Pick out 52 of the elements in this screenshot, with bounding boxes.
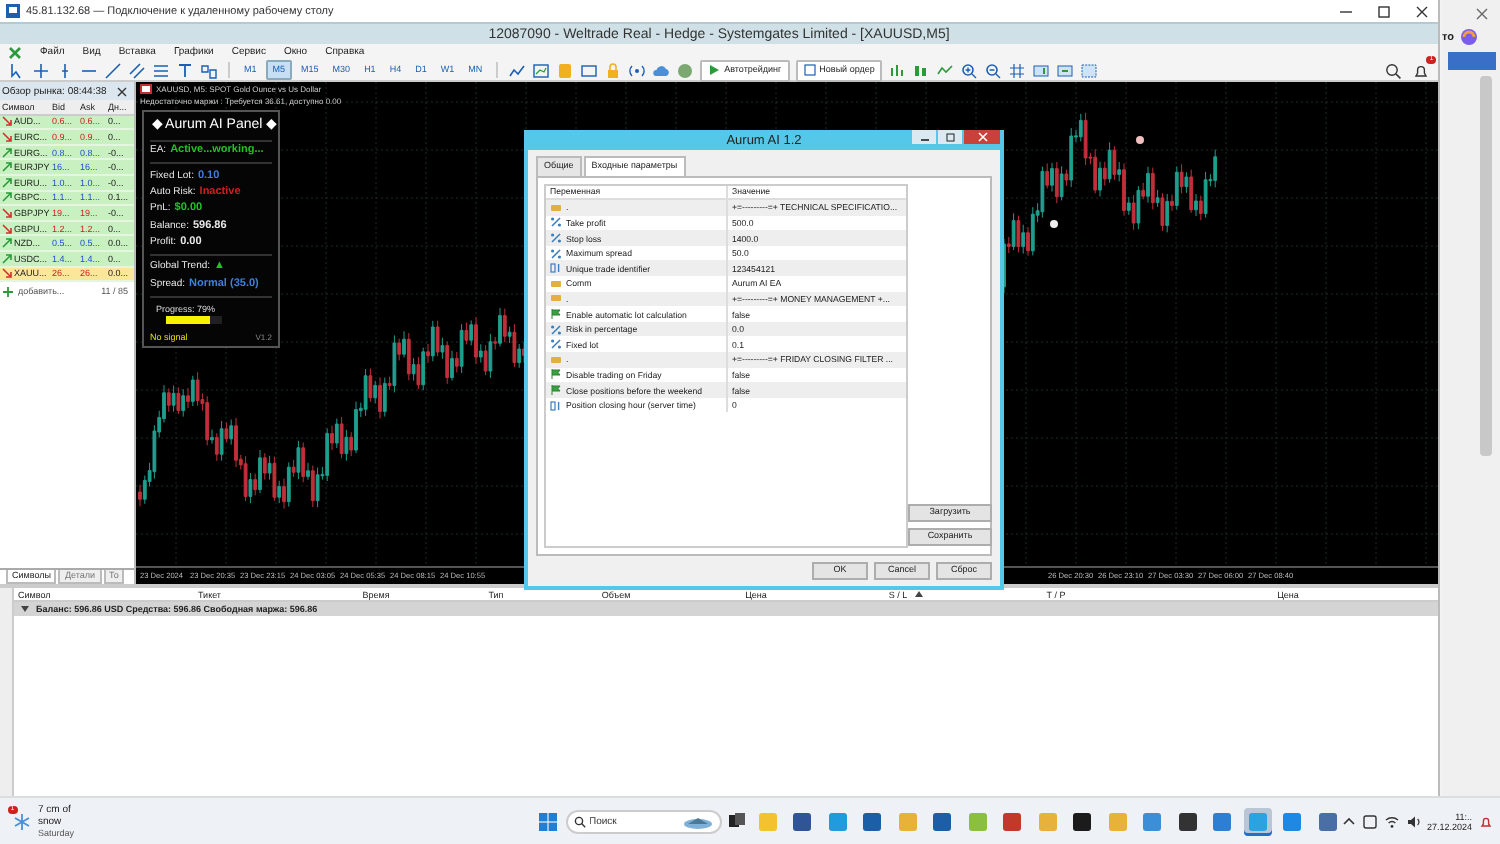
chevron-up-icon[interactable] [1341, 814, 1356, 828]
crosshair-icon[interactable] [32, 61, 50, 79]
task-view-icon[interactable] [728, 812, 747, 830]
progress-bar [166, 316, 222, 324]
auto-scroll-icon[interactable] [1056, 61, 1075, 79]
zoom-in-icon[interactable] [960, 61, 979, 79]
chart-shift-icon[interactable] [1032, 61, 1051, 79]
text-tool-icon[interactable] [176, 61, 194, 79]
wifi-icon[interactable] [1383, 813, 1400, 829]
close-button[interactable] [964, 130, 1000, 144]
maximize-icon[interactable] [1376, 3, 1392, 19]
bell-icon[interactable] [1412, 61, 1430, 79]
zoom-out-icon[interactable] [984, 61, 1003, 79]
signal-icon[interactable] [628, 61, 647, 79]
bars-icon[interactable] [888, 61, 907, 79]
candles-icon[interactable] [912, 61, 931, 79]
bell-icon[interactable] [1478, 813, 1495, 829]
close-icon[interactable] [1414, 3, 1430, 19]
app-icon [1459, 28, 1478, 46]
cloud-icon[interactable] [652, 61, 671, 79]
vertical-line-icon[interactable] [56, 61, 74, 79]
close-icon [977, 132, 987, 142]
app-icon[interactable] [1072, 811, 1093, 831]
restore-button[interactable] [938, 130, 962, 144]
trend-line-icon[interactable] [104, 61, 122, 79]
tab-strip [1447, 52, 1495, 70]
document-icon [803, 64, 816, 76]
app-icon[interactable] [792, 811, 813, 831]
minimize-button[interactable] [912, 130, 936, 144]
plus-icon[interactable] [2, 285, 14, 298]
sort-arrow-icon [913, 590, 924, 598]
app-logo-icon[interactable] [8, 45, 22, 59]
snowflake-icon [12, 811, 32, 831]
tray-app-icon[interactable] [1361, 813, 1378, 829]
app-icon[interactable] [1177, 811, 1198, 831]
search-icon[interactable] [1384, 61, 1402, 79]
editor-icon[interactable] [580, 61, 599, 79]
speaker-icon[interactable] [1405, 813, 1422, 829]
levels-icon[interactable] [152, 61, 170, 79]
template-icon[interactable] [532, 61, 551, 79]
screenshot-icon[interactable] [1080, 61, 1099, 79]
close-icon[interactable] [116, 85, 128, 97]
cursor-icon[interactable] [8, 61, 26, 79]
search-icon [573, 815, 586, 827]
play-icon [708, 64, 721, 76]
line-chart-icon[interactable] [508, 61, 527, 79]
line-chart-icon[interactable] [936, 61, 955, 79]
shapes-icon[interactable] [200, 61, 218, 79]
collapse-icon[interactable] [20, 604, 30, 614]
grid-icon[interactable] [1008, 61, 1027, 79]
start-icon[interactable] [538, 811, 559, 831]
restore-icon [945, 132, 955, 142]
